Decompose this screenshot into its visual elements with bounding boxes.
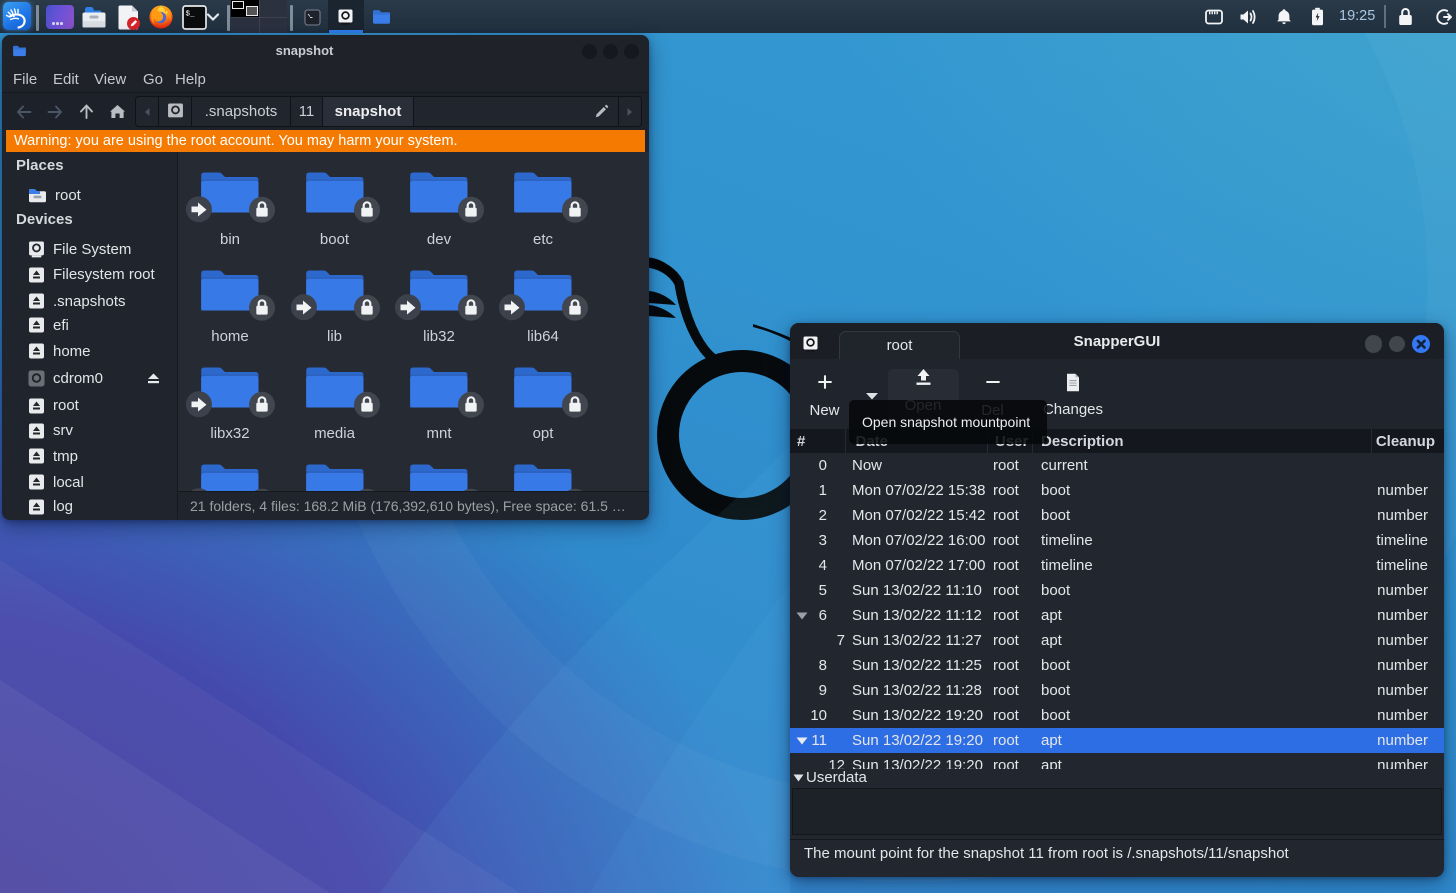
svg-text:$_: $_ bbox=[185, 10, 195, 18]
